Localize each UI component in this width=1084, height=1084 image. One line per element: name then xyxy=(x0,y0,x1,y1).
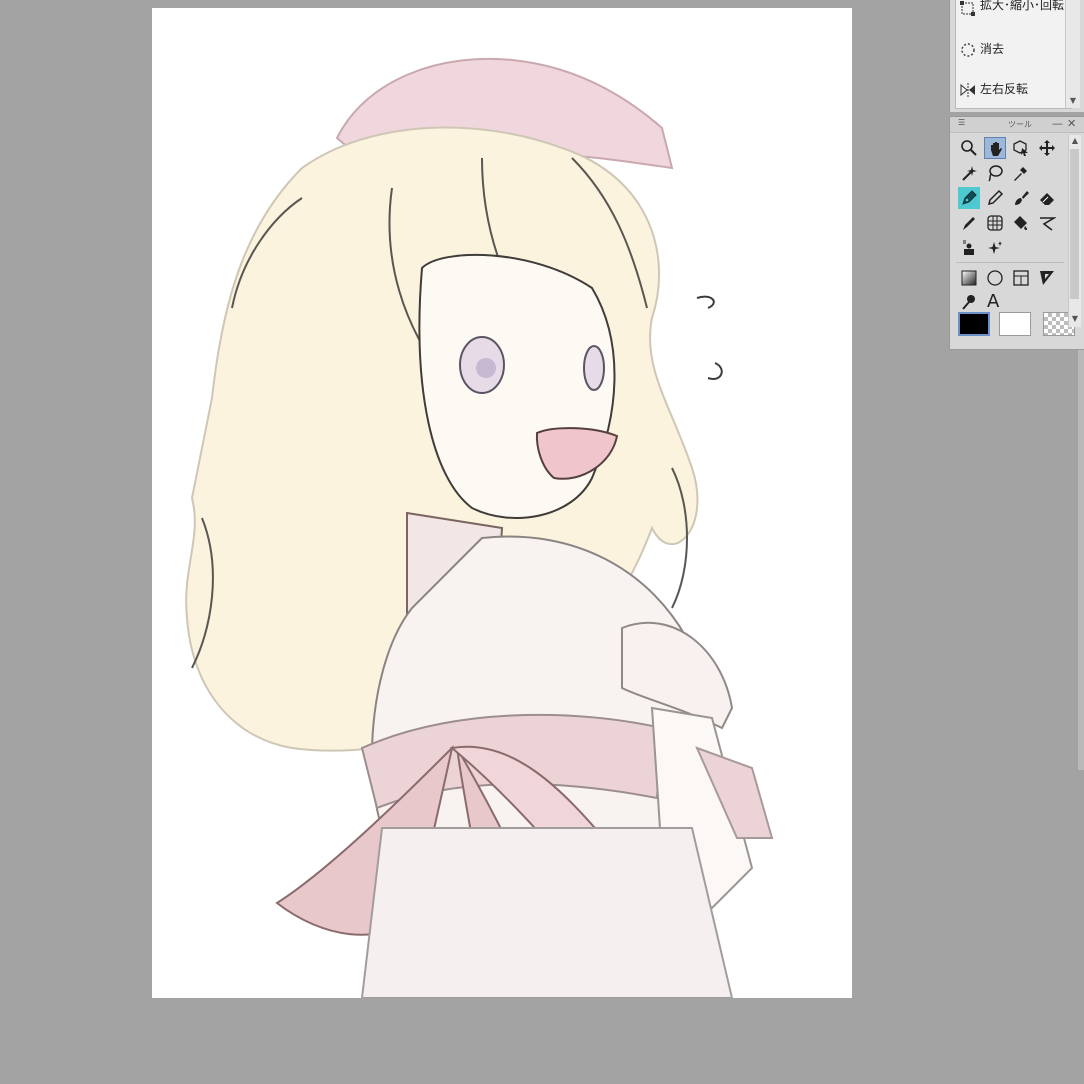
tool-panel-title: ツール xyxy=(1008,120,1032,129)
subtool-flip-horizontal[interactable]: 左右反転 xyxy=(960,82,1072,98)
move-icon xyxy=(1039,140,1055,156)
tool-ellipse[interactable] xyxy=(984,267,1006,289)
pen-icon xyxy=(962,190,977,205)
tool-zoom[interactable] xyxy=(958,137,980,159)
tool-brush[interactable] xyxy=(1010,187,1032,209)
tool-magic-wand[interactable] xyxy=(958,162,980,184)
tool-text[interactable]: A xyxy=(984,291,1006,313)
mesh-icon xyxy=(987,215,1003,231)
sub-color-swatch[interactable] xyxy=(999,312,1031,336)
subtool-transform-label: 拡大･縮小･回転 xyxy=(980,0,1065,12)
magic-wand-icon xyxy=(962,166,977,181)
frame-icon xyxy=(1013,270,1029,286)
transform-icon xyxy=(960,1,975,16)
tool-move[interactable] xyxy=(1036,137,1058,159)
drawing-canvas[interactable] xyxy=(152,8,852,998)
subtool-list: 拡大･縮小･回転 消去 左右反転 xyxy=(955,0,1072,109)
tool-separator xyxy=(956,262,1064,263)
main-color-swatch[interactable] xyxy=(958,312,990,336)
scroll-thumb[interactable] xyxy=(1070,149,1079,299)
scroll-down-icon[interactable]: ▼ xyxy=(1066,95,1080,107)
pencil-icon xyxy=(987,189,1004,206)
tool-sparkle[interactable] xyxy=(984,237,1006,259)
close-icon[interactable]: ✕ xyxy=(1067,117,1076,130)
scroll-up-icon[interactable]: ▲ xyxy=(1069,135,1081,147)
tool-pen[interactable] xyxy=(958,187,980,209)
tool-curve[interactable] xyxy=(1036,212,1058,234)
subtool-transform[interactable]: 拡大･縮小･回転 xyxy=(960,0,1072,24)
fill-icon xyxy=(1014,216,1028,230)
minimize-icon[interactable]: — xyxy=(1052,117,1063,130)
tool-pencil[interactable] xyxy=(984,187,1006,209)
tool-hand[interactable] xyxy=(984,137,1006,159)
tool-eyedropper[interactable] xyxy=(1010,162,1032,184)
tool-blend[interactable] xyxy=(958,212,980,234)
text-icon: A xyxy=(987,291,1000,312)
tool-fill[interactable] xyxy=(1010,212,1032,234)
tool-mesh[interactable] xyxy=(984,212,1006,234)
tool-eraser[interactable] xyxy=(1036,187,1058,209)
gradient-icon xyxy=(961,270,977,286)
ellipse-icon xyxy=(987,270,1003,286)
hand-icon xyxy=(991,142,1002,156)
subtool-panel: 拡大･縮小･回転 消去 左右反転 ▼ xyxy=(949,0,1084,112)
lasso-icon xyxy=(988,165,1003,182)
ruler-icon xyxy=(1040,271,1054,285)
grip-icon[interactable]: ☰ xyxy=(958,118,965,127)
subtool-clear-label: 消去 xyxy=(980,42,1005,56)
flip-horizontal-icon xyxy=(960,83,975,97)
subtool-flip-label: 左右反転 xyxy=(980,82,1029,96)
clear-icon xyxy=(961,43,975,57)
subtool-scrollbar[interactable]: ▼ xyxy=(1065,0,1080,108)
tool-gradient[interactable] xyxy=(958,267,980,289)
eraser-icon xyxy=(1040,193,1054,205)
tool-frame[interactable] xyxy=(1010,267,1032,289)
scroll-down-icon[interactable]: ▼ xyxy=(1069,313,1081,325)
sketch-artwork xyxy=(185,57,774,998)
curve-icon xyxy=(1040,217,1056,231)
object-select-icon xyxy=(1013,140,1028,156)
tool-panel: ☰ ツール — ✕ A ▲ ▼ xyxy=(949,116,1084,350)
correction-icon xyxy=(962,295,975,310)
zoom-icon xyxy=(961,140,977,156)
tool-panel-header[interactable]: ☰ ツール — ✕ xyxy=(950,117,1084,133)
eyedropper-icon xyxy=(1014,167,1027,181)
sparkle-icon xyxy=(988,241,1002,254)
canvas-scrollbar[interactable] xyxy=(1078,350,1084,770)
tool-ruler[interactable] xyxy=(1036,267,1058,289)
figure-icon xyxy=(963,240,974,255)
tool-correction[interactable] xyxy=(958,291,980,313)
tool-panel-scrollbar[interactable]: ▲ ▼ xyxy=(1068,135,1081,327)
brush-icon xyxy=(1015,191,1029,205)
color-swatches xyxy=(956,312,1084,342)
tool-figure[interactable] xyxy=(958,237,980,259)
tool-object-select[interactable] xyxy=(1010,137,1032,159)
subtool-clear[interactable]: 消去 xyxy=(960,42,1072,58)
tool-lasso[interactable] xyxy=(984,162,1006,184)
blend-icon xyxy=(963,217,975,230)
